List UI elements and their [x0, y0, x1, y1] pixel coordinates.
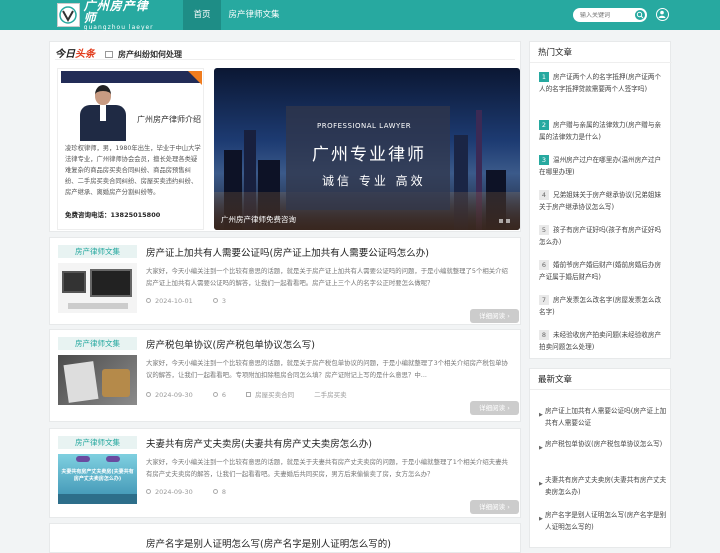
lawyer-phone[interactable]: 免费咨询电话：13825015800 — [65, 209, 160, 219]
tag-icon — [246, 392, 252, 397]
article-title[interactable]: 房产证上加共有人需要公证吗(房产证上加共有人需要公证吗怎么办) — [146, 245, 429, 259]
read-more-button[interactable]: 详细阅读 › — [470, 500, 519, 514]
article-thumbnail[interactable]: 夫妻共有房产丈夫卖房(夫妻共有房产丈夫卖房怎么办) — [58, 454, 137, 504]
logo-title: 广州房产律师 — [83, 0, 149, 25]
article-tag[interactable]: 二手房买卖 — [314, 391, 347, 399]
bullet-icon: ▶ — [539, 481, 543, 487]
clock-icon — [146, 392, 151, 397]
banner-textbox: PROFESSIONAL LAWYER 广州专业律师 诚信 专业 高效 — [286, 106, 450, 210]
article-title[interactable]: 夫妻共有房产丈夫卖房(夫妻共有房产丈夫卖房怎么办) — [146, 436, 372, 450]
eye-icon — [212, 298, 218, 303]
hot-article-item[interactable]: 3 温州房产过户在哪里办(温州房产过户在哪里办理) — [539, 154, 667, 178]
article-card[interactable]: 房产律师文集 房产证上加共有人需要公证吗(房产证上加共有人需要公证吗怎么办) 大… — [49, 237, 521, 325]
logo-emblem-icon — [57, 3, 80, 27]
article-title[interactable]: 房产税包单协议(房产税包单协议怎么写) — [146, 337, 315, 351]
site-logo[interactable]: 广州房产律师 guangzhou laeyer — [57, 0, 157, 30]
banner-pager[interactable] — [499, 219, 510, 223]
hot-article-item[interactable]: 1 房产证两个人的名字抵押(房产证两个人的名字抵押贷款需要两个人签字吗) — [539, 71, 667, 95]
bullet-icon: ▶ — [539, 516, 543, 522]
latest-articles-panel: 最新文章 ▶ 房产证上加共有人需要公证吗(房产证上加共有人需要公证 ▶ 房产税包单协… — [529, 368, 672, 548]
hot-article-item[interactable]: 6 婚前爷房产婚后财产(婚前房婚后办房产证属于婚后财产吗) — [539, 259, 667, 283]
article-meta: 2024-09-30 6 房屋买卖合同 二手房买卖 — [146, 389, 365, 399]
bullet-icon: ▶ — [539, 412, 543, 418]
user-icon[interactable] — [656, 8, 669, 21]
banner-title: 广州专业律师 — [312, 145, 426, 165]
hot-articles-title: 热门文章 — [538, 48, 573, 58]
eye-icon — [212, 489, 218, 494]
hot-article-item[interactable]: 2 房产赠与亲属的法律效力(房产赠与亲属的法律效力是什么) — [539, 119, 667, 143]
article-title[interactable]: 房产名字是别人证明怎么写(房产名字是别人证明怎么写的) — [146, 536, 391, 550]
article-meta: 2024-09-30 8 — [146, 488, 244, 496]
article-excerpt: 大家好，今天小编关注到一个比较有意思的话题，就是关于房产证上加共有人需要公证吗的… — [146, 267, 508, 287]
article-card[interactable]: 房产律师文集 夫妻共有房产丈夫卖房(夫妻共有房产丈夫卖房怎么办) 夫妻共有房产丈… — [49, 428, 521, 518]
lawyer-intro-card[interactable]: 广州房产律师介绍 凌珍权律师，男，1980年出生，毕业于中山大学法律专业，广州律… — [57, 68, 204, 230]
hot-article-item[interactable]: 8 未经验收房产拍卖问题(未经验收房产拍卖问题怎么处理) — [539, 329, 667, 353]
article-excerpt: 大家好，今天小编关注到一个比较有意思的话题，就是关于夫妻共有房产丈夫卖房的问题，… — [146, 458, 508, 478]
lawyer-intro-title: 广州房产律师介绍 — [137, 115, 201, 124]
search-box — [573, 8, 647, 22]
headline-section: 今日头条 房产纠纷如何处理 广州房产律师介绍 凌珍权律师，男，1980年出生，毕… — [49, 41, 521, 232]
banner-subtitle: PROFESSIONAL LAWYER — [317, 122, 412, 130]
article-card[interactable]: 房产律师文集 房产税包单协议(房产税包单协议怎么写) 大家好，今天小编关注到一个… — [49, 329, 521, 422]
latest-article-item[interactable]: ▶ 房产名字是别人证明怎么写(房产名字是别人证明怎么写的) — [539, 509, 667, 533]
read-more-button[interactable]: 详细阅读 › — [470, 401, 519, 415]
banner-caption: 广州房产律师免费咨询 — [221, 215, 296, 224]
latest-article-item[interactable]: ▶ 房产证上加共有人需要公证吗(房产证上加共有人需要公证 — [539, 405, 667, 429]
hot-article-item[interactable]: 5 孩子有房产证好吗(孩子有房产证好吗怎么办) — [539, 224, 667, 248]
article-thumbnail[interactable] — [58, 263, 137, 313]
nav-articles[interactable]: 房产律师文集 — [226, 0, 282, 30]
clock-icon — [146, 298, 151, 303]
today-headline-logo: 今日头条 — [55, 49, 95, 60]
thumbnail-caption: 夫妻共有房产丈夫卖房(夫妻共有房产丈夫卖房怎么办) — [61, 469, 134, 482]
eye-icon — [212, 392, 218, 397]
article-card[interactable]: 房产名字是别人证明怎么写(房产名字是别人证明怎么写的) — [49, 523, 521, 553]
nav-home[interactable]: 首页 — [183, 0, 221, 30]
search-input[interactable] — [580, 11, 630, 19]
article-meta: 2024-10-01 3 — [146, 297, 244, 305]
search-icon[interactable] — [635, 10, 645, 20]
logo-subtitle: guangzhou laeyer — [83, 23, 154, 31]
site-header: 广州房产律师 guangzhou laeyer 首页 房产律师文集 — [0, 0, 720, 30]
article-category[interactable]: 房产律师文集 — [58, 436, 137, 449]
clock-icon — [146, 489, 151, 494]
read-more-button[interactable]: 详细阅读 › — [470, 309, 519, 323]
lawyer-intro-text: 凌珍权律师，男，1980年出生，毕业于中山大学法律专业，广州律师协会会员，擅长处… — [65, 145, 201, 196]
article-thumbnail[interactable] — [58, 355, 137, 405]
latest-article-item[interactable]: ▶ 房产税包单协议(房产税包单协议怎么写) — [539, 438, 667, 451]
latest-articles-title: 最新文章 — [538, 375, 573, 385]
latest-article-item[interactable]: ▶ 夫妻共有房产丈夫卖房(夫妻共有房产丈夫卖房怎么办) — [539, 474, 667, 498]
hot-article-item[interactable]: 4 兄弟姐妹关于房产继承协议(兄弟姐妹关于房产继承协议怎么写) — [539, 189, 667, 213]
news-icon — [105, 51, 113, 58]
article-tag[interactable]: 房屋买卖合同 — [255, 391, 294, 399]
hot-article-item[interactable]: 7 房产发票怎么改名字(房屋发票怎么改名字) — [539, 294, 667, 318]
lawyer-photo: 广州房产律师介绍 — [61, 71, 202, 141]
banner-slogan: 诚信 专业 高效 — [322, 174, 426, 188]
promo-banner[interactable]: PROFESSIONAL LAWYER 广州专业律师 诚信 专业 高效 广州房产… — [214, 68, 520, 230]
hot-articles-panel: 热门文章 1 房产证两个人的名字抵押(房产证两个人的名字抵押贷款需要两个人签字吗)… — [529, 41, 672, 359]
article-category[interactable]: 房产律师文集 — [58, 337, 137, 350]
bullet-icon: ▶ — [539, 445, 543, 451]
article-excerpt: 大家好，今天小编关注到一个比较有意思的话题，就是关于房产税包单协议的问题，于是小… — [146, 359, 508, 379]
article-category[interactable]: 房产律师文集 — [58, 245, 137, 258]
